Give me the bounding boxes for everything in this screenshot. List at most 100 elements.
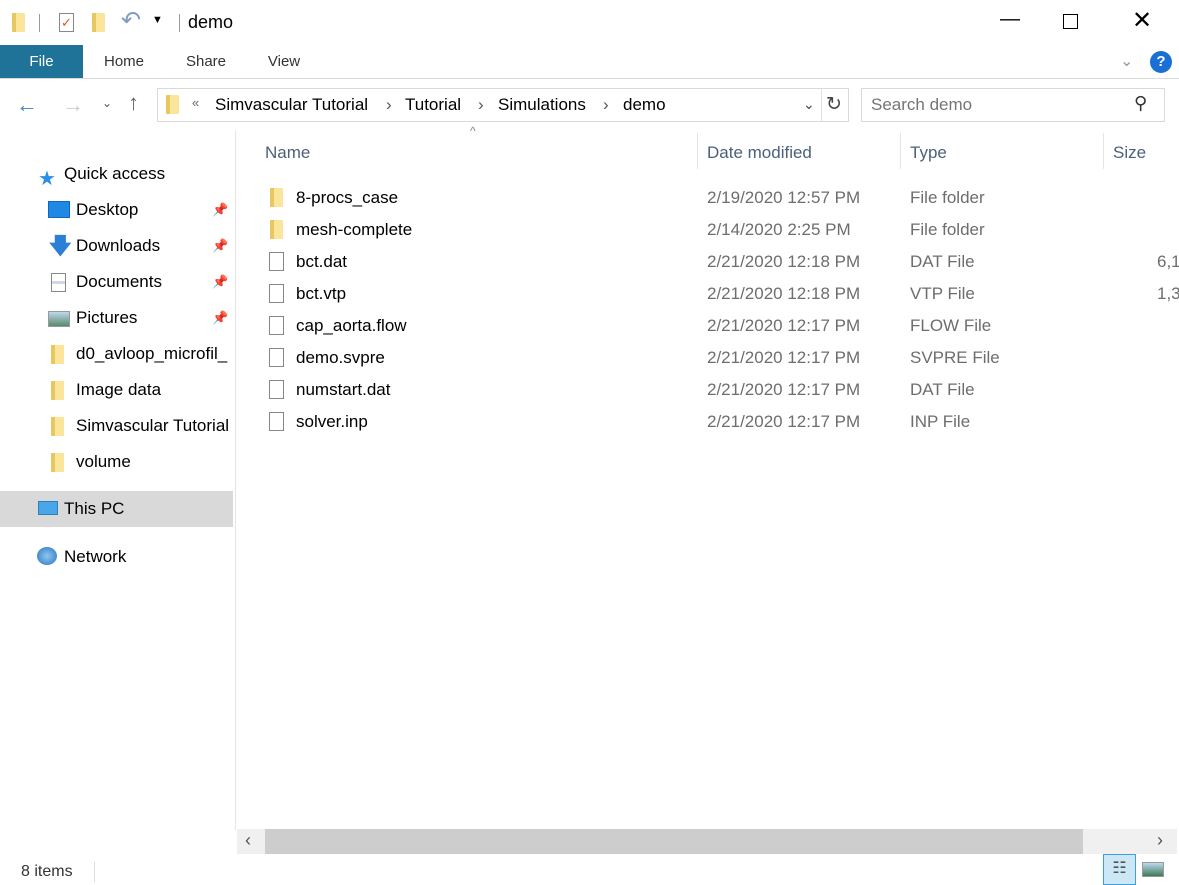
search-icon[interactable]: ⚲ [1134, 93, 1147, 114]
file-date: 2/21/2020 12:18 PM [707, 284, 861, 303]
pin-icon[interactable]: 📌 [212, 300, 228, 336]
new-folder-icon[interactable] [92, 13, 105, 32]
nav-item-d0-avloop[interactable]: d0_avloop_microfil_ [0, 336, 233, 372]
nav-label: Simvascular Tutorial [76, 416, 230, 435]
customize-dropdown-icon[interactable]: ▼ [152, 14, 163, 26]
breadcrumb-simulations[interactable]: Simulations [498, 95, 586, 115]
star-icon: ★ [38, 168, 56, 190]
search-box[interactable]: ⚲ [861, 88, 1165, 122]
nav-this-pc[interactable]: This PC [0, 491, 233, 527]
details-view-button[interactable]: ☷ [1103, 854, 1136, 885]
close-button[interactable]: ✕ [1132, 6, 1152, 35]
scrollbar-thumb[interactable] [265, 829, 1083, 854]
column-header-size[interactable]: Size [1113, 137, 1146, 169]
file-name: 8-procs_case [296, 188, 399, 207]
minimize-button[interactable]: — [1000, 8, 1020, 31]
refresh-icon[interactable]: ↻ [826, 93, 842, 116]
nav-label: Network [64, 547, 127, 566]
download-icon: 🡇 [49, 233, 72, 258]
nav-item-simvascular-tutorial[interactable]: Simvascular Tutorial [0, 408, 233, 444]
file-date: 2/21/2020 12:18 PM [707, 252, 861, 271]
up-button[interactable]: ↑ [128, 90, 139, 116]
sort-ascending-icon: ^ [470, 124, 476, 138]
horizontal-scrollbar[interactable]: ‹ › [237, 829, 1177, 854]
nav-item-volume[interactable]: volume [0, 444, 233, 480]
divider [94, 862, 95, 882]
pin-icon[interactable]: 📌 [212, 192, 228, 228]
search-input[interactable] [871, 94, 1131, 116]
file-icon [269, 316, 284, 335]
column-divider[interactable] [1103, 133, 1104, 169]
large-icons-view-button[interactable] [1142, 862, 1164, 877]
file-name: mesh-complete [296, 220, 413, 239]
address-bar[interactable]: « Simvascular Tutorial › Tutorial › Simu… [157, 88, 849, 122]
breadcrumb-tutorial[interactable]: Tutorial [405, 95, 461, 115]
nav-network[interactable]: Network [0, 539, 233, 575]
scroll-right-button[interactable]: › [1157, 830, 1163, 851]
file-icon [269, 412, 284, 431]
file-type: File folder [910, 188, 985, 207]
divider [821, 89, 822, 121]
breadcrumb-demo[interactable]: demo [623, 95, 666, 115]
forward-button[interactable]: → [62, 92, 84, 118]
file-row[interactable]: demo.svpre 2/21/2020 12:17 PM SVPRE File [250, 342, 1179, 374]
tab-home[interactable]: Home [94, 45, 154, 78]
file-icon [269, 348, 284, 367]
nav-quick-access[interactable]: ★ Quick access [0, 156, 233, 192]
back-button[interactable]: ← [16, 92, 38, 118]
file-icon [269, 252, 284, 271]
file-row[interactable]: 8-procs_case 2/19/2020 12:57 PM File folde… [250, 182, 1179, 214]
tab-file[interactable]: File [0, 45, 83, 78]
properties-icon[interactable]: ✓ [59, 13, 74, 32]
file-type: DAT File [910, 252, 975, 271]
nav-label: volume [76, 452, 131, 471]
ribbon-tabs: File Home Share View ⌄ ? [0, 45, 1179, 79]
file-row[interactable]: numstart.dat 2/21/2020 12:17 PM DAT File [250, 374, 1179, 406]
nav-item-downloads[interactable]: 🡇 Downloads 📌 [0, 228, 233, 264]
maximize-button[interactable] [1063, 14, 1078, 29]
file-type: File folder [910, 220, 985, 239]
scroll-left-button[interactable]: ‹ [245, 830, 251, 851]
breadcrumb-simvascular-tutorial[interactable]: Simvascular Tutorial [215, 95, 368, 115]
desktop-icon [48, 201, 70, 218]
file-name: demo.svpre [296, 348, 385, 367]
file-date: 2/21/2020 12:17 PM [707, 348, 861, 367]
file-type: SVPRE File [910, 348, 1000, 367]
recent-locations-icon[interactable]: ⌄ [102, 96, 112, 110]
file-row[interactable]: bct.vtp 2/21/2020 12:18 PM VTP File 1,3 [250, 278, 1179, 310]
nav-item-image-data[interactable]: Image data [0, 372, 233, 408]
file-row[interactable]: mesh-complete 2/14/2020 2:25 PM File folde… [250, 214, 1179, 246]
file-row[interactable]: cap_aorta.flow 2/21/2020 12:17 PM FLOW Fil… [250, 310, 1179, 342]
overflow-crumbs-icon[interactable]: « [192, 95, 199, 110]
column-divider[interactable] [900, 133, 901, 169]
nav-item-desktop[interactable]: Desktop 📌 [0, 192, 233, 228]
pin-icon[interactable]: 📌 [212, 264, 228, 300]
file-name: bct.dat [296, 252, 348, 271]
column-header-date[interactable]: Date modified [707, 137, 812, 169]
file-row[interactable]: solver.inp 2/21/2020 12:17 PM INP File [250, 406, 1179, 438]
chevron-right-icon[interactable]: › [478, 95, 484, 115]
address-dropdown-icon[interactable]: ⌄ [803, 96, 815, 113]
folder-icon [51, 381, 64, 400]
chevron-right-icon[interactable]: › [386, 95, 392, 115]
column-header-type[interactable]: Type [910, 137, 947, 169]
nav-label: This PC [64, 499, 125, 518]
folder-icon [270, 188, 283, 207]
file-row[interactable]: bct.dat 2/21/2020 12:18 PM DAT File 6,1 [250, 246, 1179, 278]
undo-icon[interactable]: ↶ [121, 6, 141, 35]
file-name: solver.inp [296, 412, 368, 431]
column-divider[interactable] [697, 133, 698, 169]
tab-view[interactable]: View [254, 45, 314, 78]
pin-icon[interactable]: 📌 [212, 228, 228, 264]
column-header-name[interactable]: Name [265, 137, 310, 169]
file-date: 2/19/2020 12:57 PM [707, 188, 861, 207]
nav-label: Desktop [76, 200, 139, 219]
nav-item-documents[interactable]: Documents 📌 [0, 264, 233, 300]
expand-ribbon-icon[interactable]: ⌄ [1120, 51, 1133, 71]
nav-item-pictures[interactable]: Pictures 📌 [0, 300, 233, 336]
status-bar: 8 items ☷ [0, 854, 1179, 885]
divider [179, 14, 180, 32]
tab-share[interactable]: Share [176, 45, 236, 78]
chevron-right-icon[interactable]: › [603, 95, 609, 115]
help-icon[interactable]: ? [1150, 51, 1172, 73]
